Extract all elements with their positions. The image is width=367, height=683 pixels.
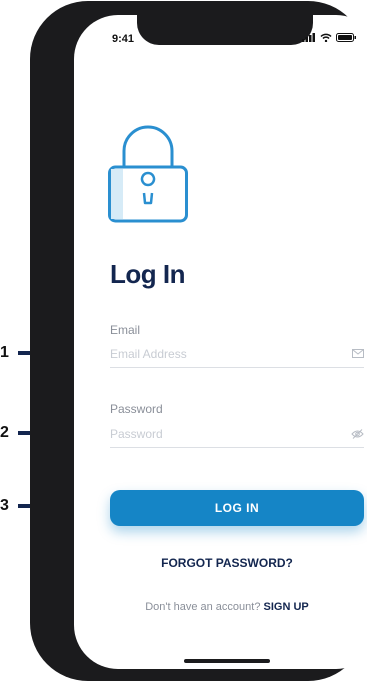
login-button[interactable]: LOG IN: [110, 490, 364, 526]
phone-frame: 9:41 Log In Email Email Address Password…: [30, 1, 367, 681]
battery-icon: [336, 33, 356, 42]
status-time: 9:41: [112, 33, 135, 45]
email-field-container: [110, 345, 364, 368]
signup-row: Don't have an account? SIGN UP: [74, 601, 367, 613]
no-account-text: Don't have an account?: [145, 601, 261, 613]
password-label: Password: [110, 402, 163, 416]
mail-icon: [352, 349, 364, 358]
password-field[interactable]: [110, 427, 330, 441]
wifi-icon: [320, 33, 332, 42]
eye-off-icon[interactable]: [351, 429, 364, 439]
forgot-password-link[interactable]: FORGOT PASSWORD?: [74, 556, 367, 570]
page-title: Log In: [110, 259, 185, 289]
email-field[interactable]: [110, 347, 330, 361]
callout-number: 2: [0, 424, 9, 441]
signal-icon: [302, 33, 315, 42]
callout-number: 3: [0, 497, 9, 514]
notch: [137, 15, 313, 45]
password-field-container: [110, 425, 364, 448]
status-icons: [302, 33, 356, 42]
callout-number: 1: [0, 344, 9, 361]
email-label: Email: [110, 323, 141, 337]
home-indicator: [184, 659, 270, 663]
sign-up-link[interactable]: SIGN UP: [264, 601, 309, 613]
lock-icon: [108, 125, 188, 223]
phone-screen: 9:41 Log In Email Email Address Password…: [74, 15, 367, 669]
